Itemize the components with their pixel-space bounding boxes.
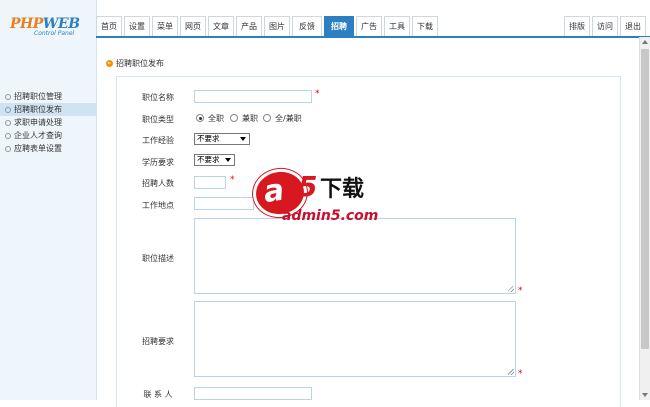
job-name-label: 职位名称 (142, 93, 174, 102)
required-mark: * (230, 175, 235, 185)
radio-both-label: 全/兼职 (275, 114, 302, 123)
tab-images[interactable]: 图片 (264, 16, 290, 36)
phpweb-logo: PHPWEB Control Panel (10, 16, 86, 46)
required-mark: * (518, 369, 523, 379)
experience-select-value: 不要求 (197, 134, 220, 143)
tab-menu[interactable]: 菜单 (152, 16, 178, 36)
sidebar-item-publish-job[interactable]: 招聘职位发布 (0, 103, 96, 116)
watermark-letter-a: a (261, 172, 287, 211)
tab-settings[interactable]: 设置 (124, 16, 150, 36)
watermark-download-text: 下载 (320, 177, 365, 202)
arrow-circle-icon (106, 60, 113, 67)
tab-ads[interactable]: 广告 (356, 16, 382, 36)
scrollbar-thumb[interactable] (641, 49, 649, 349)
tab-home[interactable]: 首页 (96, 16, 122, 36)
admin5-watermark-logo: a 5 下载 admin5.com (253, 168, 416, 230)
chevron-down-icon (225, 158, 231, 162)
layout-button[interactable]: 排版 (564, 16, 590, 36)
watermark-digit-5: 5 (298, 170, 318, 203)
location-label: 工作地点 (142, 201, 174, 210)
tab-articles[interactable]: 文章 (208, 16, 234, 36)
visit-button[interactable]: 访问 (592, 16, 618, 36)
education-label: 学历要求 (142, 158, 174, 167)
tab-downloads[interactable]: 下载 (412, 16, 438, 36)
required-mark: * (315, 89, 320, 99)
job-name-input[interactable] (194, 90, 312, 103)
radio-fulltime-label: 全职 (208, 114, 224, 123)
sidebar-item-label: 求职申请处理 (14, 118, 62, 127)
tab-tools[interactable]: 工具 (384, 16, 410, 36)
required-mark: * (518, 286, 523, 296)
bullet-icon (5, 120, 11, 126)
requirements-label: 招聘要求 (142, 337, 174, 346)
education-select[interactable]: 不要求 (194, 154, 235, 166)
sidebar-item-applications[interactable]: 求职申请处理 (0, 116, 96, 129)
sidebar-item-manage-jobs[interactable]: 招聘职位管理 (0, 90, 96, 103)
scroll-down-icon[interactable] (642, 393, 648, 397)
bullet-icon (5, 133, 11, 139)
location-input[interactable] (194, 197, 254, 210)
radio-fulltime[interactable] (196, 114, 204, 122)
headcount-label: 招聘人数 (142, 179, 174, 188)
sidebar-item-label: 招聘职位发布 (14, 105, 62, 114)
sidebar-item-talent-search[interactable]: 企业人才查询 (0, 129, 96, 142)
vertical-scrollbar[interactable] (639, 37, 650, 400)
experience-select[interactable]: 不要求 (194, 133, 250, 145)
breadcrumb-text: 招聘职位发布 (116, 59, 164, 68)
contact-label: 联 系 人 (143, 390, 173, 399)
sidebar-item-label: 应聘表单设置 (14, 144, 62, 153)
scroll-up-icon[interactable] (642, 40, 648, 44)
contact-input[interactable] (194, 387, 312, 400)
requirements-textarea[interactable] (194, 301, 516, 377)
tab-feedback[interactable]: 反馈 (292, 16, 322, 36)
radio-parttime[interactable] (230, 114, 238, 122)
radio-both[interactable] (263, 114, 271, 122)
top-navigation: 首页 设置 菜单 网页 文章 产品 图片 反馈 招聘 广告 工具 下载 排版 访… (96, 14, 650, 38)
sidebar-item-label: 招聘职位管理 (14, 92, 62, 101)
radio-parttime-label: 兼职 (242, 114, 258, 123)
sidebar-item-label: 企业人才查询 (14, 131, 62, 140)
bullet-icon (5, 94, 11, 100)
breadcrumb: 招聘职位发布 (106, 58, 164, 70)
resize-grip-icon[interactable] (508, 369, 514, 375)
tab-pages[interactable]: 网页 (180, 16, 206, 36)
bullet-icon (5, 107, 11, 113)
resize-grip-icon[interactable] (508, 286, 514, 292)
description-label: 职位描述 (142, 254, 174, 263)
tab-recruitment[interactable]: 招聘 (324, 16, 354, 36)
tab-products[interactable]: 产品 (236, 16, 262, 36)
watermark-site-text: admin5.com (282, 208, 379, 224)
sidebar-item-form-settings[interactable]: 应聘表单设置 (0, 142, 96, 155)
bullet-icon (5, 146, 11, 152)
headcount-input[interactable] (194, 176, 226, 189)
job-type-label: 职位类型 (142, 115, 174, 124)
education-select-value: 不要求 (197, 155, 220, 164)
logout-button[interactable]: 退出 (620, 16, 646, 36)
chevron-down-icon (240, 137, 246, 141)
sidebar: PHPWEB Control Panel 招聘职位管理 招聘职位发布 求职申请处… (0, 0, 97, 400)
sidebar-menu: 招聘职位管理 招聘职位发布 求职申请处理 企业人才查询 应聘表单设置 (0, 90, 96, 155)
experience-label: 工作经验 (142, 136, 174, 145)
